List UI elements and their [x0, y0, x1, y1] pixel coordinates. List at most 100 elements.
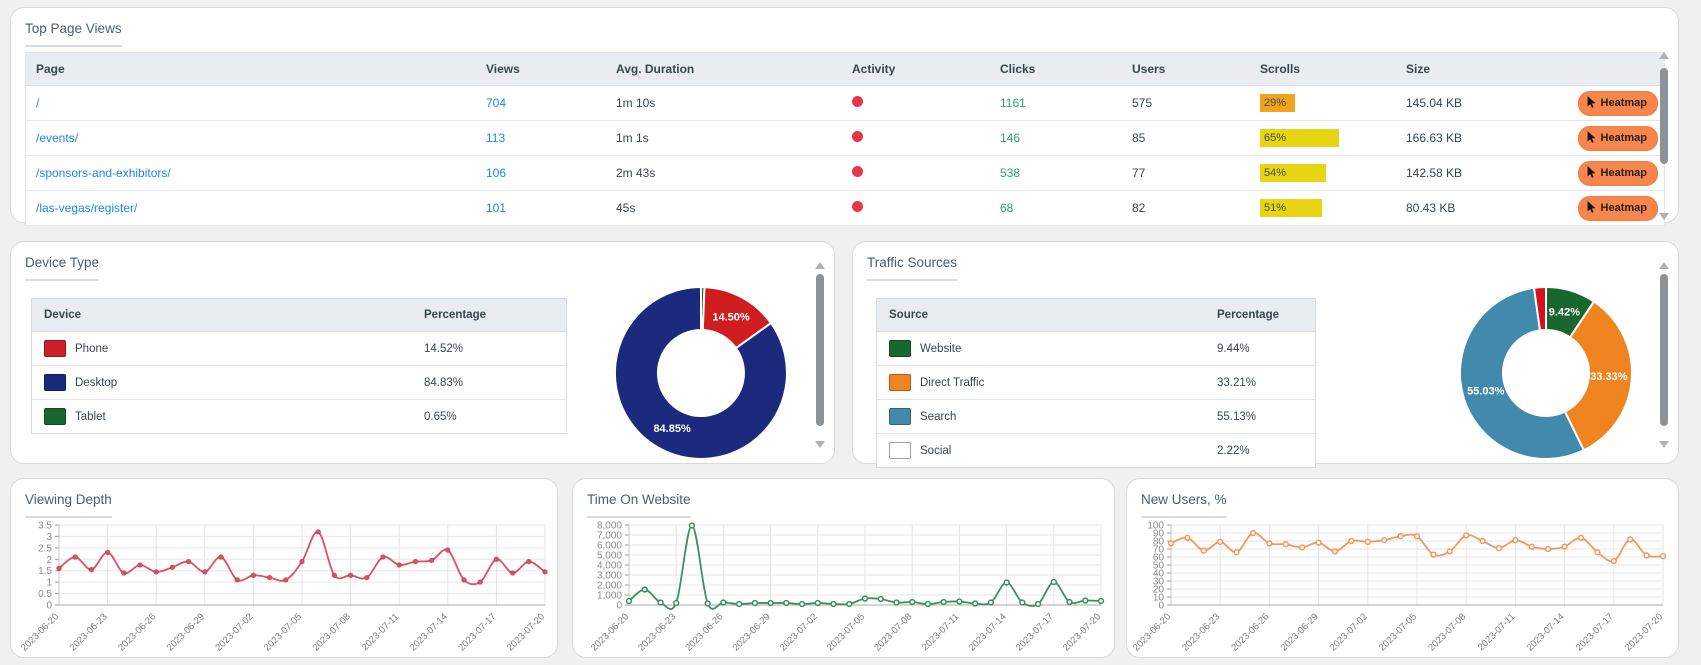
- data-point: [1463, 532, 1470, 539]
- x-axis-tick-label: 2023-07-02: [1328, 611, 1370, 653]
- data-point: [542, 569, 548, 575]
- percentage-value: 9.44%: [1217, 342, 1250, 355]
- x-axis-tick-label: 2023-06-29: [1279, 611, 1321, 653]
- legend-cell: Social: [877, 442, 1205, 459]
- data-point: [940, 598, 947, 606]
- heatmap-button[interactable]: Heatmap: [1577, 160, 1658, 186]
- data-point: [1233, 549, 1240, 556]
- y-axis-tick-label: 1: [46, 578, 52, 589]
- page-link[interactable]: /: [26, 96, 476, 110]
- donut-slice-label: 9.42%: [1549, 307, 1580, 319]
- table-scrollbar[interactable]: [1658, 52, 1670, 220]
- col-header-users: Users: [1132, 62, 1166, 76]
- device-type-donut-chart: 14.50% 84.85%: [613, 286, 788, 460]
- legend-label: Social: [920, 444, 952, 457]
- data-point: [641, 586, 648, 593]
- legend-cell: Direct Traffic: [877, 374, 1205, 391]
- data-point: [924, 600, 932, 608]
- activity-cell: [842, 131, 990, 145]
- data-point: [1561, 543, 1568, 550]
- page-link[interactable]: /events/: [26, 131, 476, 145]
- legend-label: Tablet: [75, 410, 106, 423]
- donut-slice-label: 55.03%: [1467, 385, 1505, 397]
- heatmap-button[interactable]: Heatmap: [1577, 90, 1658, 116]
- data-point: [1299, 544, 1306, 551]
- data-point: [783, 599, 790, 607]
- scroll-down-icon[interactable]: [815, 441, 825, 448]
- scroll-down-icon[interactable]: [1659, 441, 1669, 448]
- scroll-down-icon[interactable]: [1659, 213, 1669, 220]
- data-point: [1003, 579, 1010, 586]
- heatmap-button[interactable]: Heatmap: [1577, 195, 1658, 221]
- size-value: 80.43 KB: [1406, 201, 1456, 215]
- legend-swatch: [44, 374, 66, 391]
- heatmap-cell: Heatmap: [1562, 125, 1664, 151]
- y-axis-tick-label: 7,000: [597, 531, 622, 542]
- data-point: [493, 556, 500, 563]
- data-point: [185, 558, 192, 565]
- scroll-up-icon[interactable]: [815, 262, 825, 269]
- device-panel-scrollbar[interactable]: [814, 262, 826, 448]
- x-axis-tick-label: 2023-06-23: [68, 611, 110, 653]
- legend-swatch: [889, 340, 911, 357]
- x-axis-tick-label: 2023-07-05: [825, 611, 867, 653]
- data-point: [1545, 545, 1552, 553]
- y-axis-tick-label: 0.5: [38, 589, 52, 600]
- activity-indicator: [852, 96, 863, 107]
- y-axis-tick-label: 2: [46, 555, 52, 566]
- data-point: [1479, 537, 1486, 545]
- data-point: [1364, 538, 1371, 545]
- data-point: [509, 570, 516, 576]
- heatmap-button[interactable]: Heatmap: [1577, 125, 1658, 151]
- data-point: [104, 549, 111, 556]
- data-point: [234, 577, 241, 583]
- time-on-website-title: Time On Website: [587, 492, 691, 518]
- x-axis-tick-label: 2023-07-17: [1014, 611, 1056, 653]
- clicks-value: 538: [1000, 166, 1021, 180]
- scroll-thumb[interactable]: [1660, 68, 1668, 164]
- size-value: 145.04 KB: [1406, 96, 1463, 110]
- users-value: 85: [1132, 131, 1146, 145]
- scroll-up-icon[interactable]: [1659, 262, 1669, 269]
- data-point: [1512, 537, 1519, 544]
- x-axis-tick-label: 2023-07-20: [1061, 611, 1103, 653]
- data-point: [218, 554, 224, 560]
- scroll-thumb[interactable]: [1660, 274, 1668, 426]
- scroll-thumb[interactable]: [816, 274, 824, 426]
- cursor-icon: [1586, 165, 1597, 182]
- x-axis-tick-label: 2023-07-17: [1574, 611, 1616, 653]
- y-axis-tick-label: 3.5: [38, 521, 52, 532]
- legend-cell: Phone: [32, 340, 412, 357]
- page-link[interactable]: /las-vegas/register/: [26, 201, 476, 215]
- viewing-depth-chart: 00.511.522.533.52023-06-20 2023-06-23 2023…: [19, 521, 548, 653]
- data-point: [299, 558, 305, 565]
- scroll-up-icon[interactable]: [1659, 52, 1669, 59]
- data-point: [798, 600, 806, 608]
- traffic-sources-panel: Traffic Sources Source Percentage Website 9…: [852, 241, 1679, 468]
- legend-cell: Desktop: [32, 374, 412, 391]
- data-point: [877, 595, 884, 603]
- col-header-activity: Activity: [852, 62, 896, 76]
- col-header-source: Source: [889, 309, 928, 321]
- x-axis-tick-label: 2023-07-08: [311, 611, 353, 653]
- avg-duration-value: 2m 43s: [616, 166, 656, 180]
- traffic-panel-scrollbar[interactable]: [1658, 262, 1670, 448]
- donut-slice-label: 33.33%: [1590, 371, 1628, 383]
- activity-indicator: [852, 166, 863, 177]
- analytics-dashboard: Top Page Views Page Views Avg. Duration Act…: [0, 0, 1701, 665]
- data-point: [956, 598, 963, 605]
- y-axis-tick-label: 1.5: [38, 566, 52, 577]
- x-axis-tick-label: 2023-06-26: [1229, 611, 1271, 653]
- x-axis-tick-label: 2023-07-08: [1426, 611, 1468, 653]
- data-point: [380, 554, 386, 560]
- data-point: [1249, 529, 1257, 537]
- table-row: Search 55.13%: [877, 400, 1315, 434]
- page-link[interactable]: /sponsors-and-exhibitors/: [26, 166, 476, 180]
- table-row: Direct Traffic 33.21%: [877, 366, 1315, 400]
- table-row: Social 2.22%: [877, 434, 1315, 467]
- legend-swatch: [44, 340, 66, 357]
- users-value: 77: [1132, 166, 1146, 180]
- y-axis-tick-label: 3,000: [597, 571, 622, 582]
- data-point: [1381, 537, 1388, 544]
- table-header-row: Source Percentage: [877, 299, 1315, 332]
